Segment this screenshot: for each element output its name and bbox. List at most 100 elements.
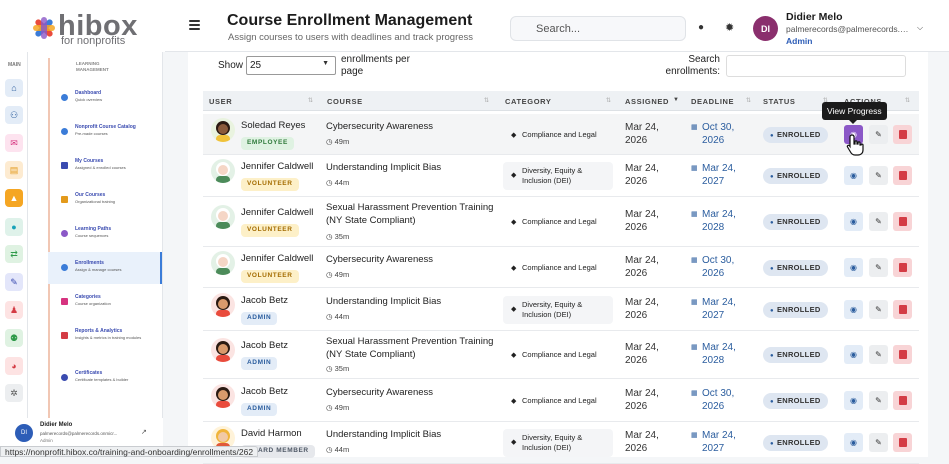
edit-button[interactable]: ✎ (869, 124, 888, 144)
delete-button[interactable] (893, 345, 912, 364)
nav-item-course-catalog[interactable]: Nonprofit Course Catalog Pre-made course… (48, 116, 162, 148)
bell-icon[interactable]: ● (698, 22, 704, 33)
column-assigned[interactable]: ASSIGNED (625, 97, 669, 106)
course-title[interactable]: Understanding Implicit Bias (326, 161, 498, 174)
home-icon[interactable]: ⌂ (5, 79, 23, 97)
calendar-icon: ▦ (691, 298, 698, 306)
sort-icon[interactable]: ⇅ (606, 97, 611, 104)
column-user[interactable]: USER (209, 97, 232, 106)
calendar-icon: ▦ (691, 389, 698, 397)
logo[interactable]: hibox for nonprofits (30, 10, 140, 47)
nav-item-our-courses[interactable]: Our Courses Organizational training (48, 184, 162, 216)
sun-icon[interactable]: ✹ (725, 21, 734, 34)
category-tag: ◆ Diversity, Equity & Inclusion (DEI) (503, 429, 613, 457)
edit-button[interactable]: ✎ (869, 257, 888, 277)
view-progress-button[interactable]: ◉ (844, 212, 863, 231)
course-title[interactable]: Cybersecurity Awareness (326, 253, 498, 266)
sort-desc-icon[interactable]: ▼ (673, 97, 679, 103)
user-name[interactable]: Jennifer Caldwell (241, 207, 313, 218)
column-status[interactable]: STATUS (763, 97, 796, 106)
page-title: Course Enrollment Management (227, 12, 473, 29)
graduation-icon[interactable]: ▲ (5, 189, 23, 207)
pie-chart-icon[interactable]: ◕ (5, 357, 23, 375)
nav-item-my-courses[interactable]: My Courses Assigned & enrolled courses (48, 150, 162, 182)
table-search-input[interactable] (726, 55, 906, 77)
course-title[interactable]: Understanding Implicit Bias (326, 428, 498, 441)
user-name[interactable]: Jacob Betz (241, 295, 288, 306)
edit-button[interactable]: ✎ (869, 299, 888, 319)
calendar-icon: ▦ (691, 256, 698, 264)
avatar[interactable]: DI (753, 16, 778, 41)
edit-button[interactable]: ✎ (869, 345, 888, 364)
pencil-icon: ✎ (875, 438, 882, 447)
course-title[interactable]: Cybersecurity Awareness (326, 386, 498, 399)
category-tag: ◆ Compliance and Legal (503, 254, 613, 282)
user-name[interactable]: Soledad Reyes (241, 120, 305, 131)
sort-icon[interactable]: ⇅ (905, 97, 910, 104)
settings-icon[interactable]: ✲ (5, 384, 23, 402)
delete-button[interactable] (893, 299, 912, 319)
edit-button[interactable]: ✎ (869, 166, 888, 185)
sort-icon[interactable]: ⇅ (308, 97, 313, 104)
course-duration: ◷ 44m (326, 445, 349, 454)
user-name: Didier Melo (786, 11, 843, 23)
edit-button[interactable]: ✎ (869, 433, 888, 452)
users-icon[interactable]: ⚉ (5, 329, 23, 347)
user-badge-icon[interactable]: ♟ (5, 301, 23, 319)
delete-button[interactable] (893, 433, 912, 452)
clipboard-icon[interactable]: ▤ (5, 161, 23, 179)
column-category[interactable]: CATEGORY (505, 97, 551, 106)
delete-button[interactable] (893, 212, 912, 231)
user-name[interactable]: Jacob Betz (241, 340, 288, 351)
view-progress-button[interactable]: ◉ (844, 390, 863, 410)
org-chart-icon[interactable]: ⚇ (5, 106, 23, 124)
show-label: Show (218, 60, 244, 71)
nav-item-categories[interactable]: Categories Course organization (48, 286, 162, 318)
nav-item-learning-paths[interactable]: Learning Paths Course sequences (48, 218, 162, 250)
view-progress-button[interactable]: ◉ (844, 433, 863, 452)
view-progress-button[interactable]: ◉ (844, 299, 863, 319)
nav-item-reports[interactable]: Reports & Analytics Insights & metrics i… (48, 320, 162, 352)
nav-item-dashboard[interactable]: Dashboard Quick overview (48, 82, 162, 114)
delete-button[interactable] (893, 124, 912, 144)
course-title[interactable]: Sexual Harassment Prevention Training (N… (326, 201, 498, 227)
document-icon[interactable]: ✎ (5, 273, 23, 291)
workflow-icon[interactable]: ⇄ (5, 245, 23, 263)
sort-icon[interactable]: ⇅ (746, 97, 751, 104)
delete-button[interactable] (893, 390, 912, 410)
caret-down-icon: ▼ (322, 60, 329, 67)
delete-button[interactable] (893, 257, 912, 277)
nav-item-sub: Assigned & enrolled courses (75, 165, 126, 170)
page-size-suffix: enrollments per page (341, 54, 410, 77)
column-deadline[interactable]: DEADLINE (691, 97, 734, 106)
user-name[interactable]: Jennifer Caldwell (241, 253, 313, 264)
nav-item-sub: Course organization (75, 301, 111, 306)
user-name[interactable]: David Harmon (241, 428, 302, 439)
sort-icon[interactable]: ⇅ (484, 97, 489, 104)
user-name[interactable]: Jennifer Caldwell (241, 161, 313, 172)
megaphone-icon[interactable]: ✉ (5, 134, 23, 152)
search-input[interactable]: Search... (510, 16, 686, 41)
sidebar-user[interactable]: DI Didier Melo palmerecords@palmerecords… (0, 418, 163, 448)
view-progress-button[interactable]: ◉ (844, 166, 863, 185)
view-progress-button[interactable]: ◉ (844, 345, 863, 364)
tag-icon: ◆ (511, 439, 517, 446)
edit-button[interactable]: ✎ (869, 212, 888, 231)
role-badge: ADMIN (241, 311, 278, 325)
circle-icon[interactable]: ● (5, 218, 23, 236)
delete-button[interactable] (893, 166, 912, 185)
course-title[interactable]: Cybersecurity Awareness (326, 120, 498, 133)
chevron-down-icon[interactable]: ⌵ (917, 23, 923, 33)
hamburger-menu-icon[interactable] (189, 20, 200, 30)
course-title[interactable]: Sexual Harassment Prevention Training (N… (326, 335, 498, 361)
nav-item-certificates[interactable]: Certificates Certificate templates & bui… (48, 362, 162, 394)
page-size-select[interactable]: 25 ▼ (246, 56, 336, 75)
column-course[interactable]: COURSE (327, 97, 363, 106)
external-link-icon[interactable]: ↗ (141, 428, 147, 436)
course-title[interactable]: Understanding Implicit Bias (326, 295, 498, 308)
user-name[interactable]: Jacob Betz (241, 386, 288, 397)
edit-button[interactable]: ✎ (869, 390, 888, 410)
view-progress-button[interactable]: ◉ (844, 257, 863, 277)
nav-item-enrollments[interactable]: Enrollments Assign & manage courses (48, 252, 162, 284)
clock-icon: ◷ (326, 232, 333, 241)
